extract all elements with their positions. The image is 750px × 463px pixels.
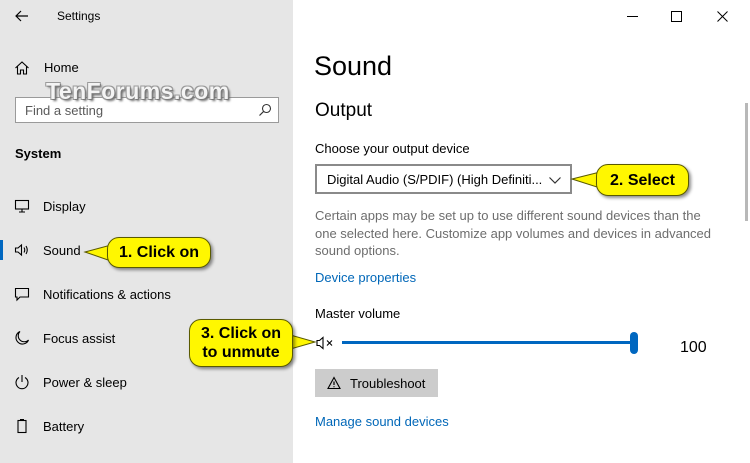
- callout-unmute-line1: 3. Click on: [200, 325, 282, 342]
- close-icon: [716, 10, 728, 22]
- home-icon: [15, 61, 29, 75]
- callout-click-on: 1. Click on: [107, 237, 211, 268]
- callout-unmute-line2: to unmute: [202, 344, 280, 361]
- device-properties-link[interactable]: Device properties: [315, 270, 416, 285]
- master-volume-slider[interactable]: [342, 332, 638, 354]
- output-description: Certain apps may be set up to use differ…: [315, 208, 712, 258]
- search-icon[interactable]: [258, 103, 272, 117]
- chevron-down-icon: [549, 177, 561, 184]
- window-controls: [590, 0, 750, 32]
- sidebar-item-label: Battery: [43, 419, 85, 434]
- maximize-icon: [670, 10, 682, 22]
- callout-unmute: 3. Click on to unmute: [189, 319, 293, 367]
- volume-value: 100: [680, 339, 707, 356]
- sidebar-item-label: Power & sleep: [43, 375, 127, 390]
- scrollbar[interactable]: [745, 103, 748, 221]
- page-title: Sound: [314, 51, 393, 81]
- slider-thumb[interactable]: [630, 332, 638, 354]
- back-arrow-icon: [15, 10, 28, 22]
- notification-icon: [14, 287, 30, 302]
- close-button[interactable]: [702, 4, 742, 28]
- speaker-muted-icon[interactable]: [316, 335, 336, 351]
- titlebar: Settings: [0, 0, 293, 32]
- troubleshoot-button[interactable]: Troubleshoot: [315, 369, 438, 397]
- sidebar-item-label: Notifications & actions: [43, 287, 171, 302]
- sidebar-item-notifications[interactable]: Notifications & actions: [0, 276, 293, 312]
- sidebar-item-power-sleep[interactable]: Power & sleep: [0, 364, 293, 400]
- troubleshoot-label: Troubleshoot: [350, 376, 426, 391]
- slider-fill: [342, 341, 630, 344]
- callout-select: 2. Select: [596, 164, 689, 196]
- minimize-icon: [626, 15, 638, 17]
- output-device-dropdown[interactable]: Digital Audio (S/PDIF) (High Definiti...: [315, 164, 572, 194]
- monitor-icon: [14, 199, 30, 213]
- selection-indicator: [0, 240, 3, 260]
- back-button[interactable]: [8, 4, 36, 28]
- manage-sound-devices-link[interactable]: Manage sound devices: [315, 414, 449, 429]
- watermark-logo: TenForums.com: [46, 78, 230, 104]
- sidebar-item-battery[interactable]: Battery: [0, 408, 293, 444]
- sidebar-item-display[interactable]: Display: [0, 188, 293, 224]
- moon-icon: [15, 330, 30, 345]
- sidebar: Settings Home TenForums.com System Displ…: [0, 0, 293, 463]
- master-volume-label: Master volume: [315, 306, 401, 321]
- power-icon: [15, 375, 29, 390]
- output-device-value: Digital Audio (S/PDIF) (High Definiti...: [327, 172, 543, 187]
- sidebar-item-label: Display: [43, 199, 86, 214]
- sidebar-item-label: Home: [44, 60, 79, 75]
- section-heading-output: Output: [315, 100, 373, 121]
- minimize-button[interactable]: [612, 4, 652, 28]
- sidebar-item-label: Sound: [43, 243, 81, 258]
- maximize-button[interactable]: [656, 4, 696, 28]
- app-title: Settings: [57, 9, 101, 23]
- speaker-icon: [14, 243, 28, 257]
- battery-icon: [17, 419, 27, 434]
- sidebar-item-label: Focus assist: [43, 331, 116, 346]
- warning-icon: [327, 376, 341, 390]
- section-label: System: [15, 146, 62, 161]
- output-device-label: Choose your output device: [315, 141, 470, 156]
